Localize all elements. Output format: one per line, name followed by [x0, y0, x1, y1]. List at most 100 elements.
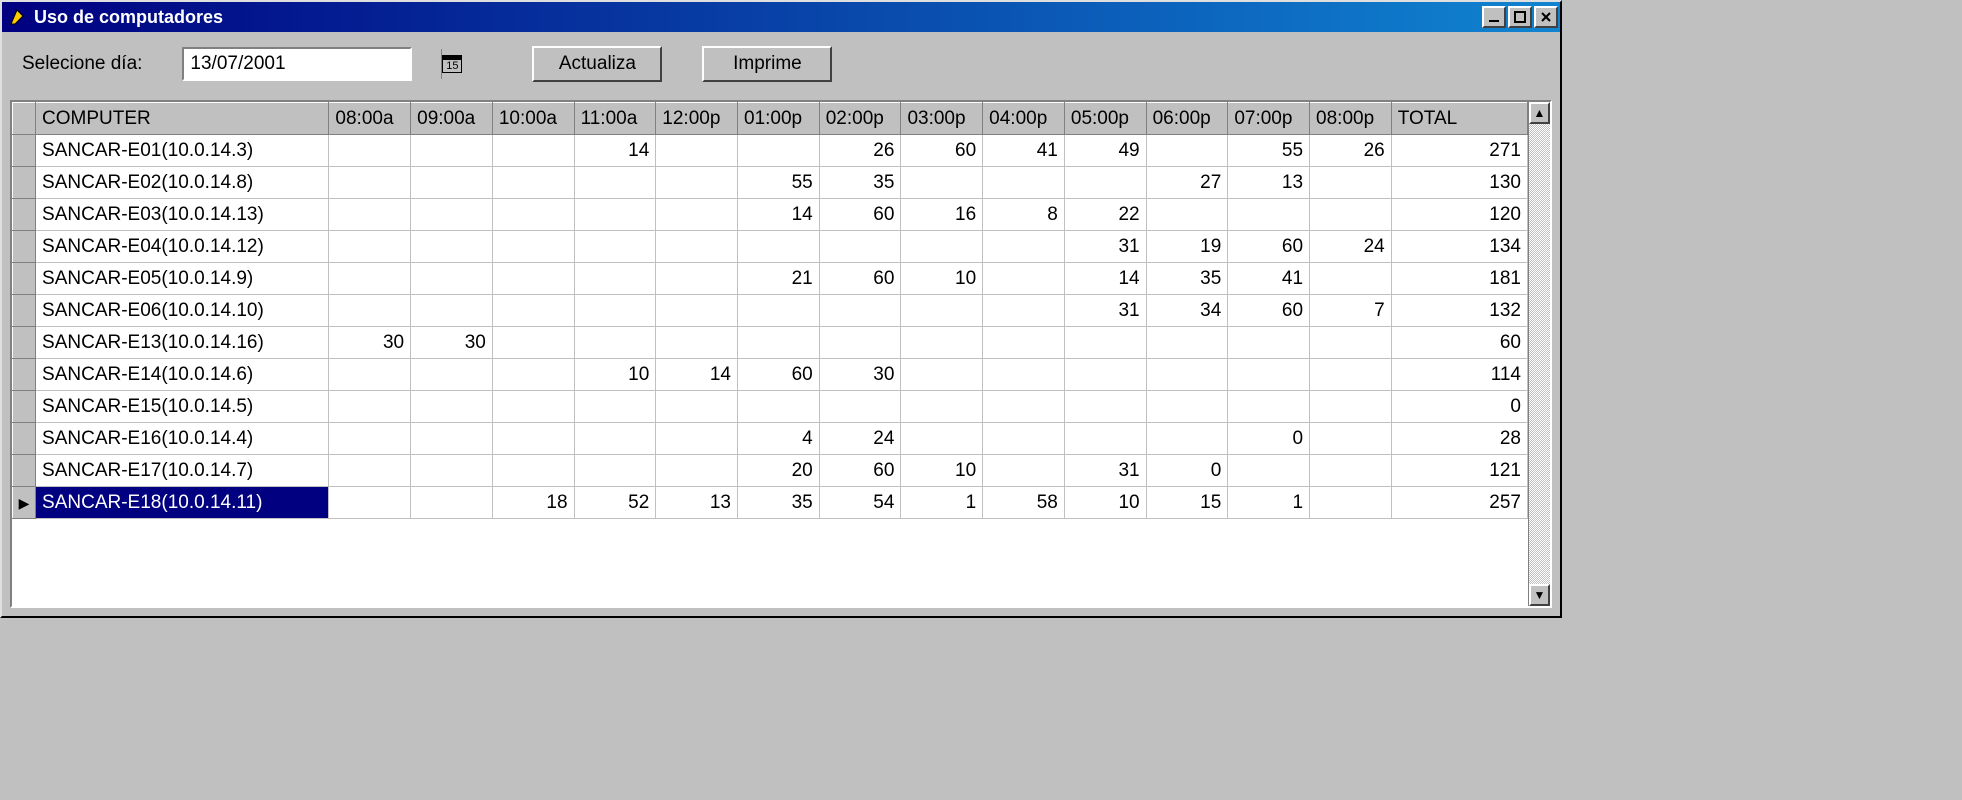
cell-h09[interactable]: [411, 295, 493, 327]
cell-h16[interactable]: [983, 391, 1065, 423]
cell-computer[interactable]: SANCAR-E13(10.0.14.16): [36, 327, 329, 359]
cell-h16[interactable]: [983, 327, 1065, 359]
cell-h13[interactable]: [738, 135, 820, 167]
cell-h14[interactable]: 24: [819, 423, 901, 455]
cell-h12[interactable]: [656, 455, 738, 487]
col-10a[interactable]: 10:00a: [492, 103, 574, 135]
cell-h12[interactable]: [656, 167, 738, 199]
cell-h16[interactable]: [983, 295, 1065, 327]
cell-h19[interactable]: [1228, 391, 1310, 423]
cell-h18[interactable]: 19: [1146, 231, 1228, 263]
cell-h20[interactable]: [1310, 199, 1392, 231]
cell-h14[interactable]: [819, 295, 901, 327]
cell-h10[interactable]: [492, 135, 574, 167]
cell-h17[interactable]: 31: [1064, 295, 1146, 327]
cell-h15[interactable]: [901, 391, 983, 423]
cell-h14[interactable]: 54: [819, 487, 901, 519]
cell-h11[interactable]: 52: [574, 487, 656, 519]
cell-h14[interactable]: [819, 231, 901, 263]
col-03p[interactable]: 03:00p: [901, 103, 983, 135]
cell-total[interactable]: 114: [1391, 359, 1527, 391]
cell-h19[interactable]: 55: [1228, 135, 1310, 167]
cell-h20[interactable]: 26: [1310, 135, 1392, 167]
cell-h11[interactable]: [574, 327, 656, 359]
cell-h16[interactable]: [983, 455, 1065, 487]
cell-h18[interactable]: [1146, 135, 1228, 167]
cell-h15[interactable]: 1: [901, 487, 983, 519]
cell-h10[interactable]: [492, 231, 574, 263]
table-row[interactable]: SANCAR-E03(10.0.14.13)146016822120: [13, 199, 1528, 231]
cell-total[interactable]: 257: [1391, 487, 1527, 519]
cell-h08[interactable]: 30: [329, 327, 411, 359]
cell-h18[interactable]: [1146, 359, 1228, 391]
row-handle[interactable]: [13, 391, 36, 423]
col-12p[interactable]: 12:00p: [656, 103, 738, 135]
cell-h16[interactable]: 41: [983, 135, 1065, 167]
cell-h20[interactable]: [1310, 327, 1392, 359]
cell-h11[interactable]: [574, 167, 656, 199]
titlebar[interactable]: Uso de computadores: [2, 2, 1560, 32]
cell-h15[interactable]: [901, 359, 983, 391]
cell-h17[interactable]: 31: [1064, 231, 1146, 263]
cell-h13[interactable]: 21: [738, 263, 820, 295]
table-row[interactable]: SANCAR-E04(10.0.14.12)31196024134: [13, 231, 1528, 263]
cell-h16[interactable]: [983, 167, 1065, 199]
row-handle[interactable]: [13, 455, 36, 487]
col-02p[interactable]: 02:00p: [819, 103, 901, 135]
row-handle[interactable]: [13, 295, 36, 327]
cell-h13[interactable]: 14: [738, 199, 820, 231]
cell-h10[interactable]: [492, 263, 574, 295]
cell-h12[interactable]: [656, 135, 738, 167]
cell-h08[interactable]: [329, 167, 411, 199]
cell-h11[interactable]: [574, 199, 656, 231]
scroll-down-button[interactable]: ▼: [1529, 584, 1550, 606]
cell-h15[interactable]: [901, 295, 983, 327]
col-04p[interactable]: 04:00p: [983, 103, 1065, 135]
cell-computer[interactable]: SANCAR-E01(10.0.14.3): [36, 135, 329, 167]
row-handle[interactable]: [13, 167, 36, 199]
cell-total[interactable]: 121: [1391, 455, 1527, 487]
row-handle[interactable]: [13, 327, 36, 359]
cell-h08[interactable]: [329, 135, 411, 167]
cell-h12[interactable]: [656, 231, 738, 263]
col-11a[interactable]: 11:00a: [574, 103, 656, 135]
cell-computer[interactable]: SANCAR-E15(10.0.14.5): [36, 391, 329, 423]
cell-h10[interactable]: [492, 455, 574, 487]
col-08p[interactable]: 08:00p: [1310, 103, 1392, 135]
cell-total[interactable]: 28: [1391, 423, 1527, 455]
cell-h18[interactable]: 34: [1146, 295, 1228, 327]
cell-h12[interactable]: [656, 199, 738, 231]
cell-h12[interactable]: [656, 295, 738, 327]
cell-h09[interactable]: [411, 167, 493, 199]
cell-h12[interactable]: [656, 327, 738, 359]
cell-h17[interactable]: [1064, 359, 1146, 391]
row-handle[interactable]: [13, 199, 36, 231]
cell-h09[interactable]: [411, 391, 493, 423]
table-row[interactable]: ▶SANCAR-E18(10.0.14.11)18521335541581015…: [13, 487, 1528, 519]
cell-h12[interactable]: [656, 263, 738, 295]
cell-h20[interactable]: [1310, 391, 1392, 423]
cell-h08[interactable]: [329, 295, 411, 327]
cell-h09[interactable]: [411, 423, 493, 455]
cell-h19[interactable]: [1228, 359, 1310, 391]
cell-h14[interactable]: 26: [819, 135, 901, 167]
cell-h17[interactable]: [1064, 167, 1146, 199]
cell-computer[interactable]: SANCAR-E06(10.0.14.10): [36, 295, 329, 327]
cell-h09[interactable]: [411, 263, 493, 295]
row-handle[interactable]: [13, 359, 36, 391]
cell-h20[interactable]: [1310, 359, 1392, 391]
cell-total[interactable]: 181: [1391, 263, 1527, 295]
cell-h20[interactable]: [1310, 487, 1392, 519]
cell-h20[interactable]: [1310, 263, 1392, 295]
table-row[interactable]: SANCAR-E05(10.0.14.9)216010143541181: [13, 263, 1528, 295]
col-06p[interactable]: 06:00p: [1146, 103, 1228, 135]
cell-h17[interactable]: [1064, 391, 1146, 423]
cell-h14[interactable]: 30: [819, 359, 901, 391]
cell-h18[interactable]: 27: [1146, 167, 1228, 199]
cell-h14[interactable]: 60: [819, 455, 901, 487]
cell-computer[interactable]: SANCAR-E14(10.0.14.6): [36, 359, 329, 391]
cell-h10[interactable]: [492, 295, 574, 327]
cell-h19[interactable]: [1228, 199, 1310, 231]
cell-h18[interactable]: [1146, 327, 1228, 359]
cell-h14[interactable]: [819, 391, 901, 423]
